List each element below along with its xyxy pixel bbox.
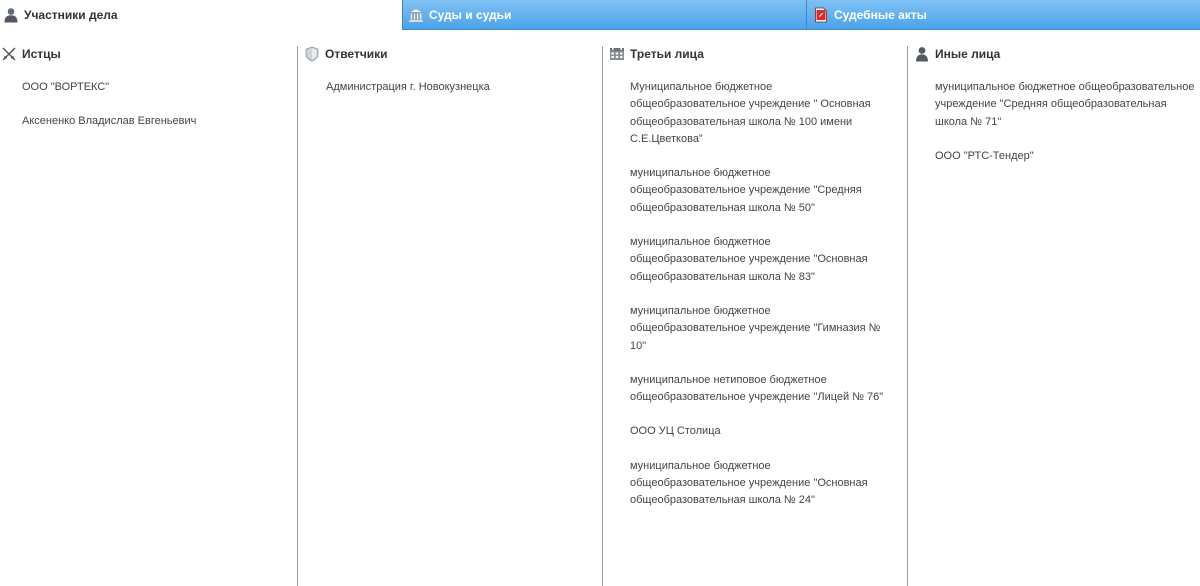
crossed-swords-icon — [1, 46, 17, 62]
column-title: Истцы — [22, 47, 61, 61]
other-parties-column: Иные лица муниципальное бюджетное общеоб… — [907, 46, 1200, 586]
list-item[interactable]: Администрация г. Новокузнецка — [326, 79, 591, 96]
shield-icon — [304, 46, 320, 62]
third-parties-list: Муниципальное бюджетное общеобразователь… — [630, 79, 885, 527]
tab-label: Участники дела — [24, 8, 118, 22]
list-item[interactable]: муниципальное бюджетное общеобразователь… — [935, 79, 1197, 131]
defendants-list: Администрация г. Новокузнецка — [326, 79, 591, 113]
courthouse-icon — [407, 7, 425, 23]
pdf-document-icon — [813, 7, 829, 23]
group-icon — [609, 46, 625, 62]
third-parties-column: Третьи лица Муниципальное бюджетное обще… — [602, 46, 907, 586]
tab-label: Суды и судьи — [429, 7, 512, 22]
list-item[interactable]: муниципальное бюджетное общеобразователь… — [630, 303, 885, 355]
other-parties-list: муниципальное бюджетное общеобразователь… — [935, 79, 1197, 182]
tab-court-acts[interactable]: Судебные акты — [806, 0, 1200, 30]
list-item[interactable]: муниципальное бюджетное общеобразователь… — [630, 458, 885, 510]
list-item[interactable]: Муниципальное бюджетное общеобразователь… — [630, 79, 885, 148]
tab-participants[interactable]: Участники дела — [0, 0, 402, 30]
tab-courts-judges[interactable]: Суды и судьи — [402, 0, 806, 30]
list-item[interactable]: муниципальное бюджетное общеобразователь… — [630, 165, 885, 217]
list-item[interactable]: ООО "РТС-Тендер" — [935, 148, 1197, 165]
plaintiffs-column: Истцы ООО "ВОРТЕКС" Аксененко Владислав … — [0, 46, 297, 586]
plaintiffs-header: Истцы — [0, 46, 297, 62]
list-item[interactable]: ООО "ВОРТЕКС" — [22, 79, 287, 96]
defendants-header: Ответчики — [298, 46, 602, 62]
tab-label: Судебные акты — [834, 7, 927, 22]
list-item[interactable]: муниципальное бюджетное общеобразователь… — [630, 234, 885, 286]
plaintiffs-list: ООО "ВОРТЕКС" Аксененко Владислав Евгень… — [22, 79, 287, 148]
column-title: Ответчики — [325, 47, 388, 61]
person-icon — [914, 46, 930, 62]
other-parties-header: Иные лица — [908, 46, 1200, 62]
defendants-column: Ответчики Администрация г. Новокузнецка — [297, 46, 602, 586]
list-item[interactable]: ООО УЦ Столица — [630, 423, 885, 440]
third-parties-header: Третьи лица — [603, 46, 907, 62]
list-item[interactable]: муниципальное нетиповое бюджетное общеоб… — [630, 372, 885, 407]
tab-bar: Участники дела Суды и судьи Судебные акт… — [0, 0, 1200, 30]
column-title: Иные лица — [935, 47, 1001, 61]
list-item[interactable]: Аксененко Владислав Евгеньевич — [22, 113, 287, 130]
column-title: Третьи лица — [630, 47, 704, 61]
participant-icon — [3, 7, 19, 23]
